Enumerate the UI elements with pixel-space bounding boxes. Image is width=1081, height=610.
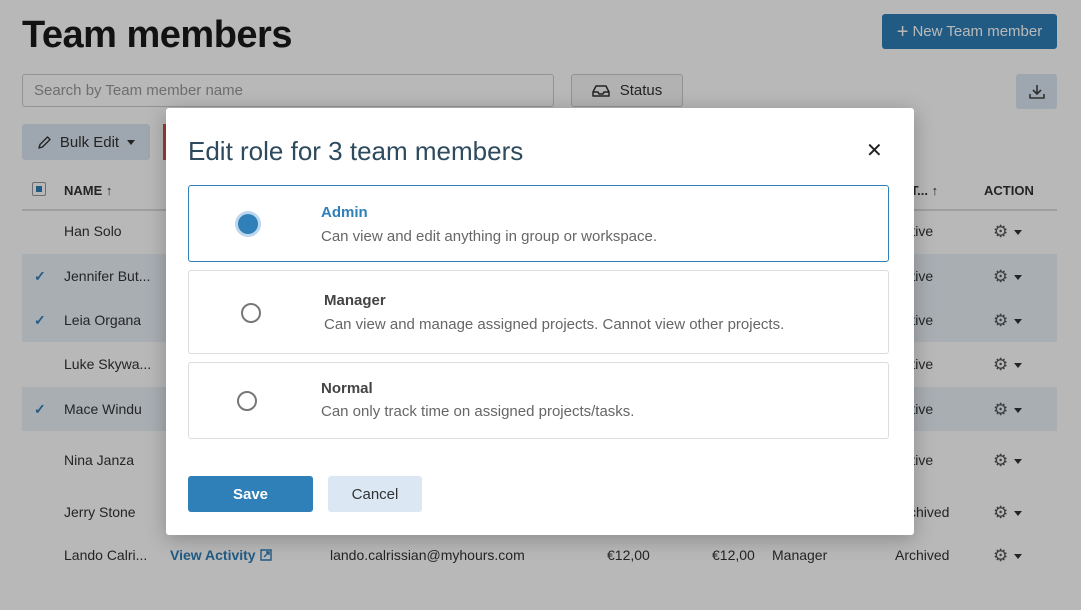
cancel-button[interactable]: Cancel — [328, 476, 422, 512]
modal-title: Edit role for 3 team members — [188, 136, 524, 166]
role-label: Manager — [324, 292, 386, 309]
save-button[interactable]: Save — [188, 476, 313, 512]
role-option-admin[interactable]: Admin Can view and edit anything in grou… — [188, 185, 889, 262]
role-option-normal[interactable]: Normal Can only track time on assigned p… — [188, 362, 889, 439]
close-icon[interactable]: ✕ — [866, 138, 883, 163]
role-label: Admin — [321, 204, 368, 221]
role-description: Can only track time on assigned projects… — [321, 403, 635, 420]
manager-radio[interactable] — [241, 303, 261, 323]
edit-role-modal: Edit role for 3 team members ✕ Admin Can… — [166, 108, 914, 535]
role-option-manager[interactable]: Manager Can view and manage assigned pro… — [188, 270, 889, 354]
role-description: Can view and edit anything in group or w… — [321, 228, 658, 245]
role-label: Normal — [321, 380, 373, 397]
admin-radio[interactable] — [238, 214, 258, 234]
role-description: Can view and manage assigned projects. C… — [324, 316, 785, 333]
normal-radio[interactable] — [237, 391, 257, 411]
